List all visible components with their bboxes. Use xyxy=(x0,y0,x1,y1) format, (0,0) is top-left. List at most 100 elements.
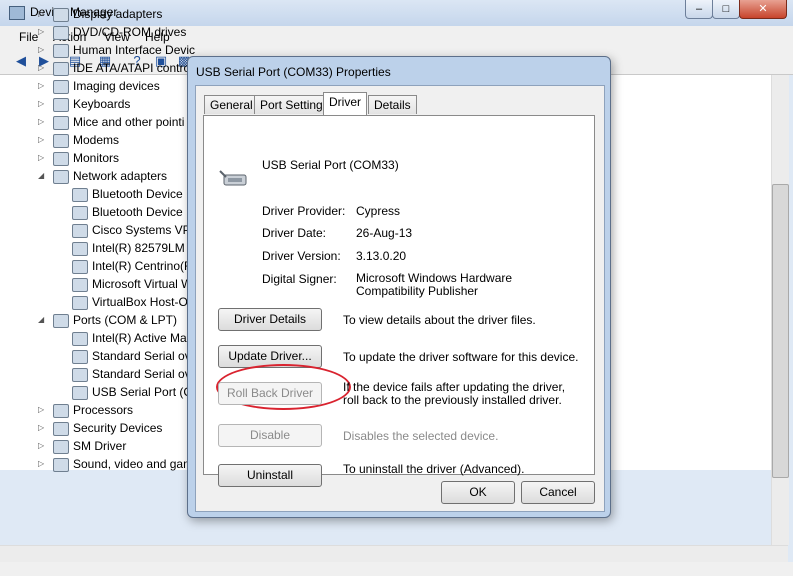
device-category-icon xyxy=(53,170,69,184)
tree-item-label: Intel(R) Active Ma xyxy=(92,331,187,345)
expand-arrow-icon[interactable]: ▷ xyxy=(38,5,48,23)
version-label: Driver Version: xyxy=(262,249,341,263)
expand-arrow-icon[interactable]: ▷ xyxy=(38,401,48,419)
tree-item-label: Security Devices xyxy=(73,421,163,435)
device-icon xyxy=(72,332,88,346)
provider-label: Driver Provider: xyxy=(262,204,346,218)
expand-arrow-icon[interactable]: ▷ xyxy=(38,455,48,473)
expand-arrow-icon[interactable]: ▷ xyxy=(38,41,48,59)
tab-details[interactable]: Details xyxy=(368,95,417,114)
device-icon xyxy=(72,242,88,256)
device-category-icon xyxy=(53,458,69,472)
maximize-button[interactable]: □ xyxy=(712,0,740,19)
disable-button[interactable]: Disable xyxy=(218,424,322,447)
device-icon xyxy=(72,368,88,382)
tree-item-label: Intel(R) Centrino(R xyxy=(92,259,193,273)
tree-item-label: Imaging devices xyxy=(73,79,160,93)
expand-arrow-icon[interactable]: ▷ xyxy=(38,437,48,455)
version-value: 3.13.0.20 xyxy=(356,249,407,263)
tree-item-label: Processors xyxy=(73,403,134,417)
expand-arrow-icon[interactable]: ▷ xyxy=(38,131,48,149)
uninstall-description: To uninstall the driver (Advanced). xyxy=(343,462,525,476)
update-driver-description: To update the driver software for this d… xyxy=(343,350,579,364)
provider-value: Cypress xyxy=(356,204,401,218)
roll-back-description: If the device fails after updating the d… xyxy=(343,380,566,407)
uninstall-button[interactable]: Uninstall xyxy=(218,464,322,487)
tree-item-label: Microsoft Virtual W xyxy=(92,277,193,291)
tree-item-label: Modems xyxy=(73,133,120,147)
device-manager-icon xyxy=(9,6,25,20)
device-category-icon xyxy=(53,404,69,418)
signer-value: Microsoft Windows Hardware Compatibility… xyxy=(356,271,513,298)
device-category-icon xyxy=(53,422,69,436)
close-button[interactable]: ✕ xyxy=(739,0,787,19)
device-category-icon xyxy=(53,62,69,76)
tree-item-label: Keyboards xyxy=(73,97,131,111)
device-name: USB Serial Port (COM33) xyxy=(262,158,399,172)
menu-file[interactable]: File xyxy=(19,30,38,44)
expand-arrow-icon[interactable]: ▷ xyxy=(38,95,48,113)
tree-item-label: Bluetooth Device xyxy=(92,205,183,219)
tree-item-label: Cisco Systems VPN xyxy=(92,223,200,237)
expand-arrow-icon[interactable]: ▷ xyxy=(38,59,48,77)
tree-item-label: Standard Serial ov xyxy=(92,349,191,363)
tree-item-label: Mice and other pointi xyxy=(73,115,185,129)
ok-button[interactable]: OK xyxy=(441,481,515,504)
expand-arrow-icon[interactable]: ▷ xyxy=(38,77,48,95)
dialog-title: USB Serial Port (COM33) Properties xyxy=(196,65,391,79)
expand-arrow-icon[interactable]: ▷ xyxy=(38,113,48,131)
device-icon xyxy=(72,224,88,238)
device-icon xyxy=(72,188,88,202)
serial-cable-icon xyxy=(219,170,247,186)
device-icon xyxy=(72,278,88,292)
device-icon xyxy=(72,386,88,400)
tab-driver[interactable]: Driver xyxy=(323,92,367,115)
device-icon xyxy=(72,206,88,220)
cancel-button[interactable]: Cancel xyxy=(521,481,595,504)
driver-tab-panel: USB Serial Port (COM33) Driver Provider:… xyxy=(203,115,595,475)
collapse-arrow-icon[interactable]: ◢ xyxy=(38,167,48,185)
date-value: 26-Aug-13 xyxy=(356,226,413,240)
vertical-scroll-thumb[interactable] xyxy=(772,184,789,478)
device-category-icon xyxy=(53,26,69,40)
roll-back-driver-button[interactable]: Roll Back Driver xyxy=(218,382,322,405)
device-category-icon xyxy=(53,80,69,94)
tree-item-label: Human Interface Devic xyxy=(73,43,196,57)
tab-general[interactable]: General xyxy=(204,95,259,114)
device-category-icon xyxy=(53,134,69,148)
device-category-icon xyxy=(53,98,69,112)
tree-item-label: VirtualBox Host-O xyxy=(92,295,188,309)
tree-item-label: USB Serial Port (C xyxy=(92,385,193,399)
properties-dialog: USB Serial Port (COM33) Properties Gener… xyxy=(187,56,611,518)
disable-description: Disables the selected device. xyxy=(343,429,499,443)
device-icon xyxy=(72,350,88,364)
horizontal-scrollbar[interactable] xyxy=(0,545,788,563)
tree-item-label: DVD/CD-ROM drives xyxy=(73,25,187,39)
expand-arrow-icon[interactable]: ▷ xyxy=(38,419,48,437)
tree-item-label: Intel(R) 82579LM G xyxy=(92,241,198,255)
driver-details-button[interactable]: Driver Details xyxy=(218,308,322,331)
device-category-icon xyxy=(53,440,69,454)
device-icon xyxy=(72,296,88,310)
device-category-icon xyxy=(53,44,69,58)
device-icon xyxy=(72,260,88,274)
tree-item-label: IDE ATA/ATAPI contro xyxy=(73,61,191,75)
driver-details-description: To view details about the driver files. xyxy=(343,313,536,327)
back-arrow-icon[interactable]: ◀ xyxy=(12,52,30,70)
tree-item-label: Monitors xyxy=(73,151,120,165)
dialog-body: General Port Settings Driver Details USB… xyxy=(195,85,605,512)
collapse-arrow-icon[interactable]: ◢ xyxy=(38,311,48,329)
device-category-icon xyxy=(53,314,69,328)
signer-label: Digital Signer: xyxy=(262,272,337,286)
expand-arrow-icon[interactable]: ▷ xyxy=(38,23,48,41)
expand-arrow-icon[interactable]: ▷ xyxy=(38,149,48,167)
device-category-icon xyxy=(53,152,69,166)
minimize-button[interactable]: – xyxy=(685,0,713,19)
tree-item-label: Standard Serial ov xyxy=(92,367,191,381)
tree-item-label: Ports (COM & LPT) xyxy=(73,313,178,327)
tree-item-label: Display adapters xyxy=(73,7,163,21)
device-category-icon xyxy=(53,116,69,130)
tree-item-label: SM Driver xyxy=(73,439,127,453)
status-bar xyxy=(0,562,793,576)
tree-item-label: Network adapters xyxy=(73,169,168,183)
